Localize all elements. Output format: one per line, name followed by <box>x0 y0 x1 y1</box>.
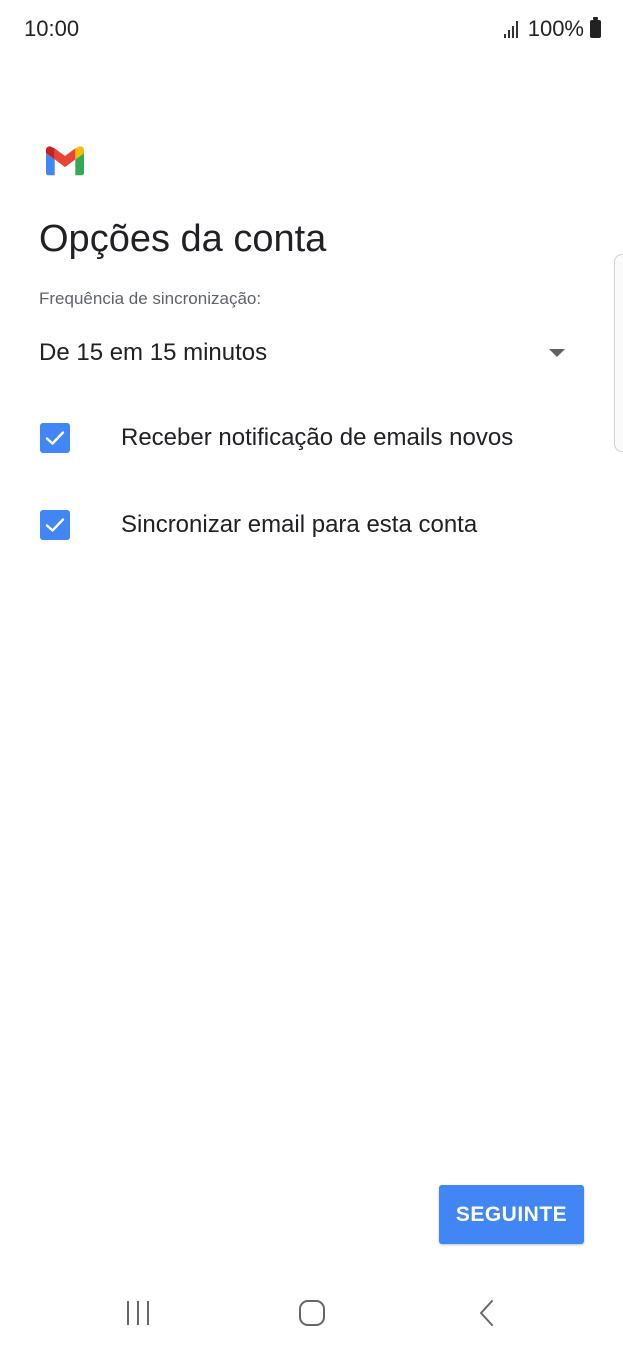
checkmark-icon <box>45 431 65 445</box>
notify-new-emails-label: Receber notificação de emails novos <box>121 424 514 451</box>
battery-icon <box>590 17 601 38</box>
page-title: Opções da conta <box>39 218 327 260</box>
edge-panel-handle[interactable] <box>614 254 623 452</box>
navigation-bar <box>0 1280 623 1351</box>
gmail-logo-icon <box>46 146 84 176</box>
status-icons: 100% <box>503 16 601 42</box>
sync-email-label: Sincronizar email para esta conta <box>121 511 478 538</box>
home-icon <box>299 1300 325 1326</box>
notify-new-emails-option[interactable]: Receber notificação de emails novos <box>40 413 600 463</box>
home-button[interactable] <box>277 1280 347 1346</box>
sync-frequency-label: Frequência de sincronização: <box>39 289 262 308</box>
recents-icon <box>127 1301 149 1325</box>
status-time: 10:00 <box>24 16 80 41</box>
sync-email-option[interactable]: Sincronizar email para esta conta <box>40 500 600 550</box>
sync-email-checkbox[interactable] <box>40 510 70 540</box>
signal-icon <box>503 20 518 38</box>
next-button[interactable]: SEGUINTE <box>439 1185 584 1244</box>
back-button[interactable] <box>452 1280 522 1346</box>
notify-new-emails-checkbox[interactable] <box>40 423 70 453</box>
back-icon <box>480 1300 493 1326</box>
dropdown-arrow-icon <box>549 349 565 357</box>
sync-frequency-value: De 15 em 15 minutos <box>39 339 268 366</box>
battery-percent: 100% <box>527 16 584 41</box>
sync-frequency-dropdown[interactable]: De 15 em 15 minutos <box>39 330 573 376</box>
status-bar: 10:00 100% <box>0 0 623 58</box>
recents-button[interactable] <box>103 1280 173 1346</box>
checkmark-icon <box>45 518 65 532</box>
